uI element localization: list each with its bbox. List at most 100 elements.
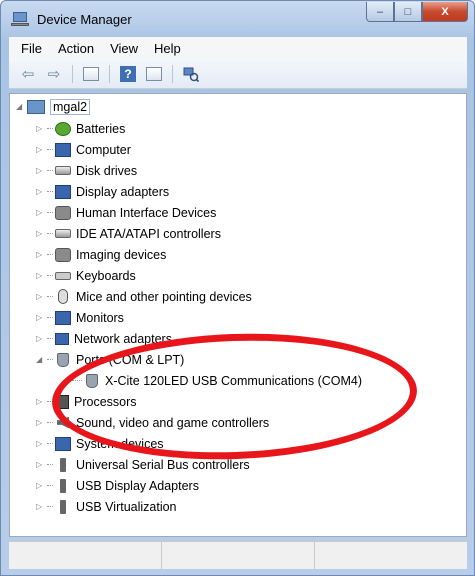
toolbar-separator (109, 64, 110, 83)
toolbar-separator (72, 64, 73, 83)
tree-item-label: Monitors (76, 310, 124, 325)
menu-file[interactable]: File (13, 41, 50, 56)
toolbar: ⇦ ⇨ ? (9, 59, 467, 89)
tree-item-xcite-com4[interactable]: X-Cite 120LED USB Communications (COM4) (72, 370, 362, 391)
status-cell (9, 542, 162, 569)
scan-hardware-icon[interactable] (180, 63, 202, 85)
collapse-arrow-icon[interactable]: ◢ (36, 355, 45, 364)
disk-drive-icon (55, 166, 71, 175)
tree-item-ports[interactable]: ◢ Ports (COM & LPT) (36, 349, 184, 370)
expand-arrow-icon[interactable]: ▷ (36, 460, 45, 469)
tree-item-label: Ports (COM & LPT) (76, 352, 185, 367)
battery-icon (55, 121, 71, 136)
usb-icon (60, 457, 66, 472)
tree-item-imaging-devices[interactable]: ▷ Imaging devices (36, 244, 166, 265)
device-manager-icon (11, 11, 29, 27)
window-title: Device Manager (37, 11, 132, 27)
expand-arrow-icon[interactable]: ▷ (36, 124, 45, 133)
display-adapter-icon (55, 184, 71, 199)
monitor-icon (55, 310, 71, 325)
properties-icon[interactable] (80, 63, 102, 85)
tree-item-network-adapters[interactable]: ▷ Network adapters (36, 328, 172, 349)
usb-icon (60, 499, 66, 514)
minimize-button[interactable]: – (366, 2, 394, 22)
window-controls: – □ X (366, 2, 468, 22)
processor-icon (55, 394, 69, 409)
tree-item-label: Display adapters (76, 184, 170, 199)
tree-item-usb-virtualization[interactable]: ▷ USB Virtualization (36, 496, 177, 517)
tree-root-label: mgal2 (50, 98, 91, 115)
expand-arrow-icon[interactable]: ▷ (36, 334, 45, 343)
tree-item-mice[interactable]: ▷ Mice and other pointing devices (36, 286, 252, 307)
expand-arrow-icon[interactable]: ▷ (36, 313, 45, 322)
expand-arrow-icon[interactable]: ▷ (36, 229, 45, 238)
tree-item-computer[interactable]: ▷ Computer (36, 139, 131, 160)
tree-item-system-devices[interactable]: ▷ System devices (36, 433, 164, 454)
device-manager-window: Device Manager – □ X File Action View He… (0, 0, 475, 576)
expand-arrow-icon[interactable]: ▷ (36, 250, 45, 259)
status-cell (162, 542, 315, 569)
computer-icon (27, 99, 45, 114)
forward-arrow-icon[interactable]: ⇨ (43, 63, 65, 85)
status-cell (315, 542, 467, 569)
tree-item-usb-controllers[interactable]: ▷ Universal Serial Bus controllers (36, 454, 250, 475)
tree-item-label: Universal Serial Bus controllers (76, 457, 250, 472)
expand-arrow-icon[interactable]: ▷ (36, 166, 45, 175)
tree-item-sound[interactable]: ▷ Sound, video and game controllers (36, 412, 269, 433)
computer-icon (55, 142, 71, 157)
expand-arrow-icon[interactable]: ▷ (36, 208, 45, 217)
keyboard-icon (55, 271, 71, 280)
system-device-icon (55, 436, 71, 451)
collapse-arrow-icon[interactable]: ◢ (16, 102, 25, 111)
tree-item-label: USB Display Adapters (76, 478, 199, 493)
tree-item-hid[interactable]: ▷ Human Interface Devices (36, 202, 216, 223)
imaging-device-icon (55, 247, 71, 262)
tree-item-label: Keyboards (76, 268, 136, 283)
menu-help[interactable]: Help (146, 41, 189, 56)
close-button[interactable]: X (422, 2, 468, 22)
expand-arrow-icon[interactable]: ▷ (36, 292, 45, 301)
device-tree: ◢ mgal2 ▷ Batteries ▷ Computer ▷ Disk dr… (9, 93, 467, 537)
tree-item-label: Imaging devices (76, 247, 167, 262)
tree-item-disk-drives[interactable]: ▷ Disk drives (36, 160, 137, 181)
expand-arrow-icon[interactable]: ▷ (36, 271, 45, 280)
tree-item-usb-display-adapters[interactable]: ▷ USB Display Adapters (36, 475, 199, 496)
port-icon (57, 352, 69, 367)
tree-item-display-adapters[interactable]: ▷ Display adapters (36, 181, 169, 202)
tree-item-monitors[interactable]: ▷ Monitors (36, 307, 124, 328)
title-bar[interactable]: Device Manager – □ X (1, 1, 474, 37)
tree-item-keyboards[interactable]: ▷ Keyboards (36, 265, 136, 286)
tree-item-label: IDE ATA/ATAPI controllers (76, 226, 221, 241)
expand-arrow-icon[interactable]: ▷ (36, 481, 45, 490)
expand-arrow-icon[interactable]: ▷ (36, 439, 45, 448)
tree-item-ide-controllers[interactable]: ▷ IDE ATA/ATAPI controllers (36, 223, 221, 244)
ide-controller-icon (55, 229, 71, 238)
mouse-icon (58, 289, 68, 304)
tree-item-label: Sound, video and game controllers (76, 415, 270, 430)
tree-item-processors[interactable]: ▷ Processors (36, 391, 137, 412)
view-icon[interactable] (143, 63, 165, 85)
tree-item-label: USB Virtualization (76, 499, 177, 514)
tree-item-label: Computer (76, 142, 131, 157)
expand-arrow-icon[interactable]: ▷ (36, 418, 45, 427)
tree-root[interactable]: ◢ mgal2 (16, 96, 91, 117)
help-icon[interactable]: ? (117, 63, 139, 85)
port-device-icon (86, 373, 98, 388)
hid-icon (55, 205, 71, 220)
toolbar-separator (172, 64, 173, 83)
sound-icon (57, 416, 69, 429)
maximize-button[interactable]: □ (394, 2, 422, 22)
tree-item-label: Batteries (76, 121, 126, 136)
expand-arrow-icon[interactable]: ▷ (36, 397, 45, 406)
status-bar (9, 541, 467, 569)
tree-item-label: Network adapters (74, 331, 172, 346)
menu-view[interactable]: View (102, 41, 146, 56)
back-arrow-icon[interactable]: ⇦ (17, 63, 39, 85)
expand-arrow-icon[interactable]: ▷ (36, 145, 45, 154)
tree-item-label: Mice and other pointing devices (76, 289, 252, 304)
tree-item-batteries[interactable]: ▷ Batteries (36, 118, 125, 139)
expand-arrow-icon[interactable]: ▷ (36, 502, 45, 511)
menu-action[interactable]: Action (50, 41, 102, 56)
tree-item-label: Disk drives (76, 163, 138, 178)
expand-arrow-icon[interactable]: ▷ (36, 187, 45, 196)
